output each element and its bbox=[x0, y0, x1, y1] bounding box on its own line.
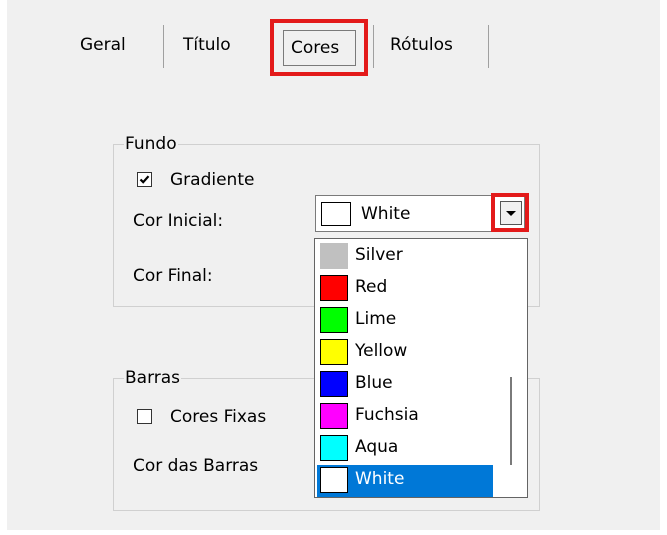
color-swatch bbox=[320, 435, 348, 461]
list-item-lime[interactable]: Lime bbox=[317, 305, 493, 337]
color-swatch bbox=[320, 339, 348, 365]
tab-separator bbox=[488, 25, 489, 68]
tab-separator bbox=[373, 25, 374, 68]
color-swatch bbox=[320, 467, 348, 493]
cores-fixas-checkbox[interactable] bbox=[137, 409, 152, 424]
list-item-label: Silver bbox=[355, 245, 403, 265]
tab-rotulos[interactable]: Rótulos bbox=[390, 34, 453, 56]
cor-final-label: Cor Final: bbox=[133, 266, 213, 286]
tab-separator bbox=[163, 25, 164, 68]
cor-das-barras-label: Cor das Barras bbox=[133, 456, 259, 476]
fundo-legend: Fundo bbox=[124, 134, 178, 154]
color-swatch bbox=[320, 243, 348, 269]
list-item-label: White bbox=[355, 469, 405, 489]
list-item-label: Aqua bbox=[355, 437, 399, 457]
list-item-white[interactable]: White bbox=[317, 465, 493, 497]
color-swatch bbox=[320, 371, 348, 397]
tab-cores[interactable]: Cores bbox=[291, 37, 339, 59]
cores-fixas-label: Cores Fixas bbox=[170, 407, 267, 427]
color-swatch bbox=[320, 307, 348, 333]
barras-legend: Barras bbox=[124, 368, 182, 388]
list-item-blue[interactable]: Blue bbox=[317, 369, 493, 401]
color-swatch bbox=[320, 275, 348, 301]
list-item-label: Yellow bbox=[355, 341, 408, 361]
list-item-yellow[interactable]: Yellow bbox=[317, 337, 493, 369]
list-item-label: Red bbox=[355, 277, 388, 297]
list-item-fuchsia[interactable]: Fuchsia bbox=[317, 401, 493, 433]
tab-geral[interactable]: Geral bbox=[80, 34, 126, 56]
checkmark-icon bbox=[139, 175, 150, 184]
list-item-label: Blue bbox=[355, 373, 393, 393]
list-item-label: Fuchsia bbox=[355, 405, 419, 425]
color-swatch bbox=[321, 202, 351, 226]
triangle-down-icon bbox=[506, 211, 516, 216]
scrollbar-thumb[interactable] bbox=[510, 377, 512, 465]
list-item-aqua[interactable]: Aqua bbox=[317, 433, 493, 465]
tab-titulo[interactable]: Título bbox=[183, 34, 231, 56]
color-dropdown-list[interactable]: Silver Red Lime Yellow Blue Fuchsia Aqua… bbox=[314, 238, 528, 498]
gradiente-checkbox[interactable] bbox=[137, 172, 152, 187]
cor-inicial-label: Cor Inicial: bbox=[133, 211, 224, 231]
list-item-red[interactable]: Red bbox=[317, 273, 493, 305]
list-item-label: Lime bbox=[355, 309, 397, 329]
color-swatch bbox=[320, 403, 348, 429]
cor-inicial-value: White bbox=[361, 204, 411, 224]
gradiente-label: Gradiente bbox=[170, 170, 255, 190]
list-item-silver[interactable]: Silver bbox=[317, 241, 493, 273]
dropdown-button[interactable] bbox=[500, 201, 522, 225]
